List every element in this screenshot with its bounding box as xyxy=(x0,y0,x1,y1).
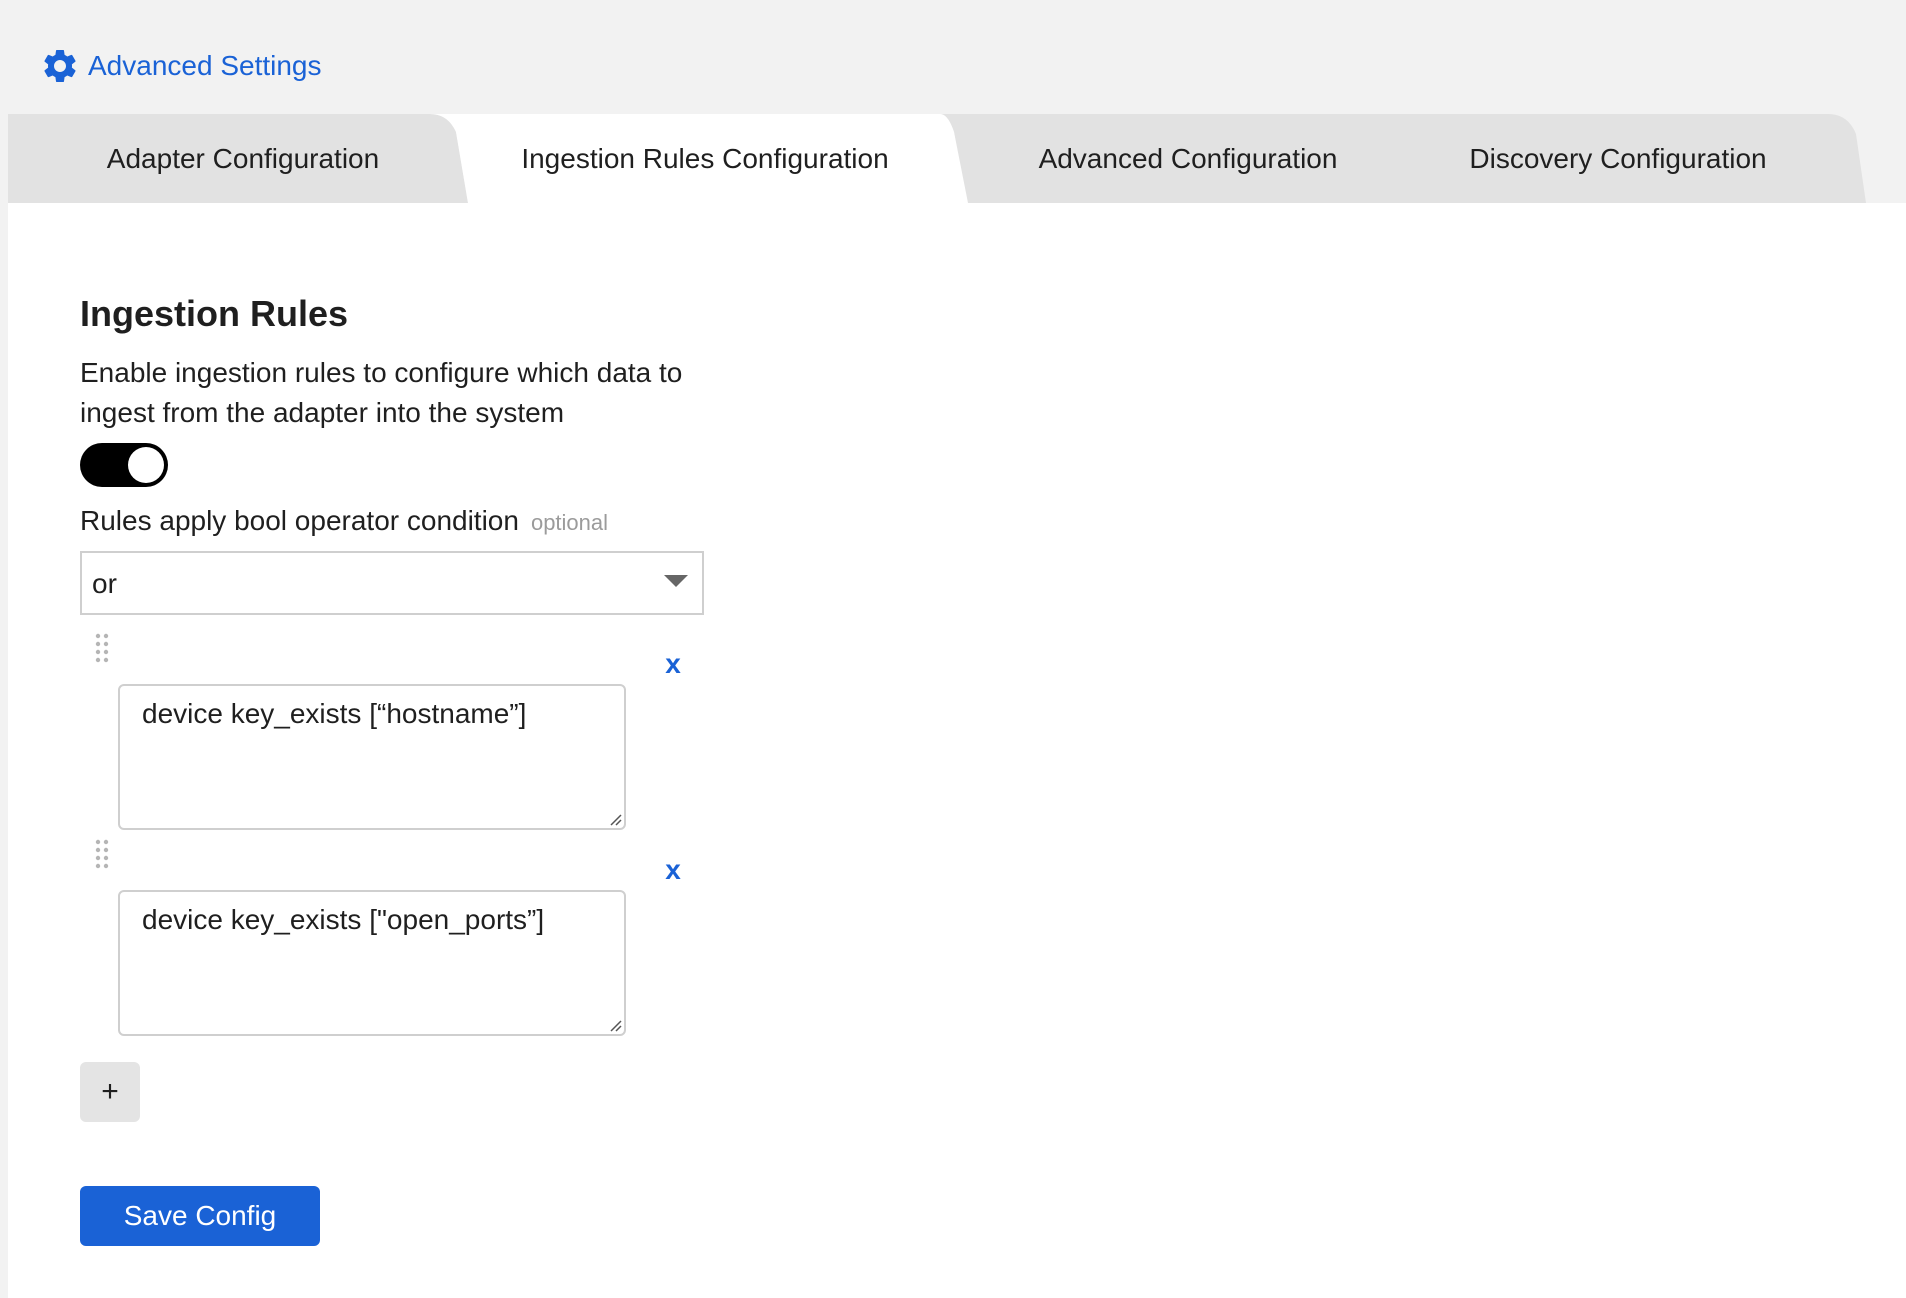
resize-grip-icon[interactable] xyxy=(606,810,622,826)
save-config-button[interactable]: Save Config xyxy=(80,1186,320,1246)
tab-ingestion-rules-configuration[interactable]: Ingestion Rules Configuration xyxy=(470,114,940,203)
rule-textarea[interactable]: device key_exists [“hostname”] xyxy=(118,684,626,830)
condition-label-text: Rules apply bool operator condition xyxy=(80,505,519,536)
condition-select-value: or xyxy=(92,568,117,599)
tab-adapter-configuration[interactable]: Adapter Configuration xyxy=(8,114,478,203)
rule-textarea[interactable]: device key_exists ["open_ports”] xyxy=(118,890,626,1036)
remove-rule-button[interactable]: x xyxy=(659,855,687,885)
tab-label: Ingestion Rules Configuration xyxy=(521,142,889,174)
tab-label: Adapter Configuration xyxy=(106,142,380,174)
condition-select[interactable]: or xyxy=(80,551,704,615)
tab-bar: Adapter Configuration Ingestion Rules Co… xyxy=(8,114,1898,203)
remove-rule-button[interactable]: x xyxy=(659,649,687,679)
drag-handle-icon[interactable] xyxy=(95,839,109,869)
tab-label: Advanced Configuration xyxy=(1038,142,1338,174)
tab-discovery-configuration[interactable]: Discovery Configuration xyxy=(1408,114,1828,203)
chevron-down-icon xyxy=(664,575,688,587)
tab-panel: Ingestion Rules Enable ingestion rules t… xyxy=(8,203,1906,1298)
toggle-knob xyxy=(128,447,164,483)
drag-handle-icon[interactable] xyxy=(95,633,109,663)
optional-hint: optional xyxy=(530,510,609,535)
page-title: Advanced Settings xyxy=(88,50,322,81)
add-rule-button[interactable]: + xyxy=(80,1062,140,1122)
page-header: Advanced Settings xyxy=(40,46,322,86)
rule-text: device key_exists ["open_ports”] xyxy=(142,904,545,935)
tab-advanced-configuration[interactable]: Advanced Configuration xyxy=(968,114,1408,203)
resize-grip-icon[interactable] xyxy=(606,1016,622,1032)
gear-icon xyxy=(40,46,80,86)
tab-label: Discovery Configuration xyxy=(1469,142,1767,174)
condition-label: Rules apply bool operator condition optio… xyxy=(80,505,608,537)
section-description: Enable ingestion rules to configure whic… xyxy=(80,357,683,428)
ingestion-rules-toggle[interactable] xyxy=(80,443,168,487)
section-title: Ingestion Rules xyxy=(80,293,349,334)
rule-text: device key_exists [“hostname”] xyxy=(142,698,527,729)
